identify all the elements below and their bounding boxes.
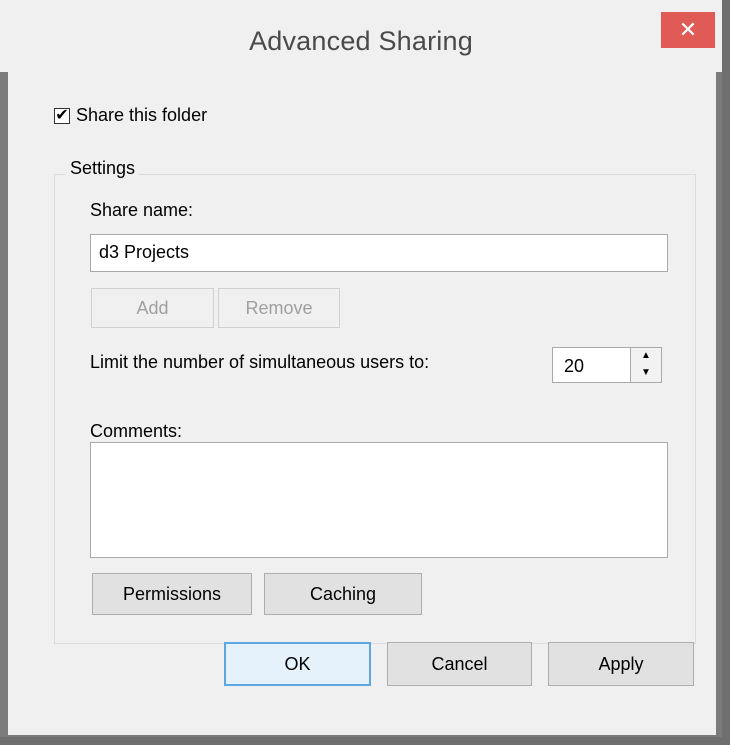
add-button[interactable]: Add — [91, 288, 214, 328]
title-bar[interactable]: Advanced Sharing ✕ — [0, 0, 722, 72]
cancel-button[interactable]: Cancel — [387, 642, 532, 686]
user-limit-spinner[interactable]: ▲ ▼ — [630, 347, 662, 383]
user-limit-value: 20 — [564, 356, 585, 376]
share-name-label: Share name: — [90, 200, 194, 220]
share-folder-label[interactable]: Share this folder — [76, 105, 207, 126]
window-title: Advanced Sharing — [249, 26, 473, 56]
user-limit-input[interactable]: 20 — [552, 347, 632, 383]
apply-button[interactable]: Apply — [548, 642, 694, 686]
share-folder-checkbox[interactable]: ✔ — [54, 108, 70, 124]
share-name-input[interactable]: d3 Projects — [90, 234, 668, 272]
spin-up-icon[interactable]: ▲ — [631, 348, 661, 365]
permissions-button[interactable]: Permissions — [92, 573, 252, 615]
comments-textarea[interactable] — [90, 442, 668, 558]
caching-button[interactable]: Caching — [264, 573, 422, 615]
close-button[interactable]: ✕ — [661, 12, 715, 48]
comments-label: Comments: — [90, 421, 183, 441]
advanced-sharing-dialog: Advanced Sharing ✕ ✔ Share this folder S… — [0, 0, 722, 737]
dialog-content: ✔ Share this folder Settings Share name:… — [8, 72, 716, 735]
remove-button[interactable]: Remove — [218, 288, 340, 328]
limit-users-label: Limit the number of simultaneous users t… — [90, 352, 430, 372]
checkmark-icon: ✔ — [55, 107, 69, 124]
ok-button[interactable]: OK — [224, 642, 371, 686]
close-icon: ✕ — [678, 17, 698, 42]
spin-down-icon[interactable]: ▼ — [631, 365, 661, 382]
share-name-value: d3 Projects — [99, 242, 190, 262]
settings-group-label: Settings — [66, 158, 140, 179]
